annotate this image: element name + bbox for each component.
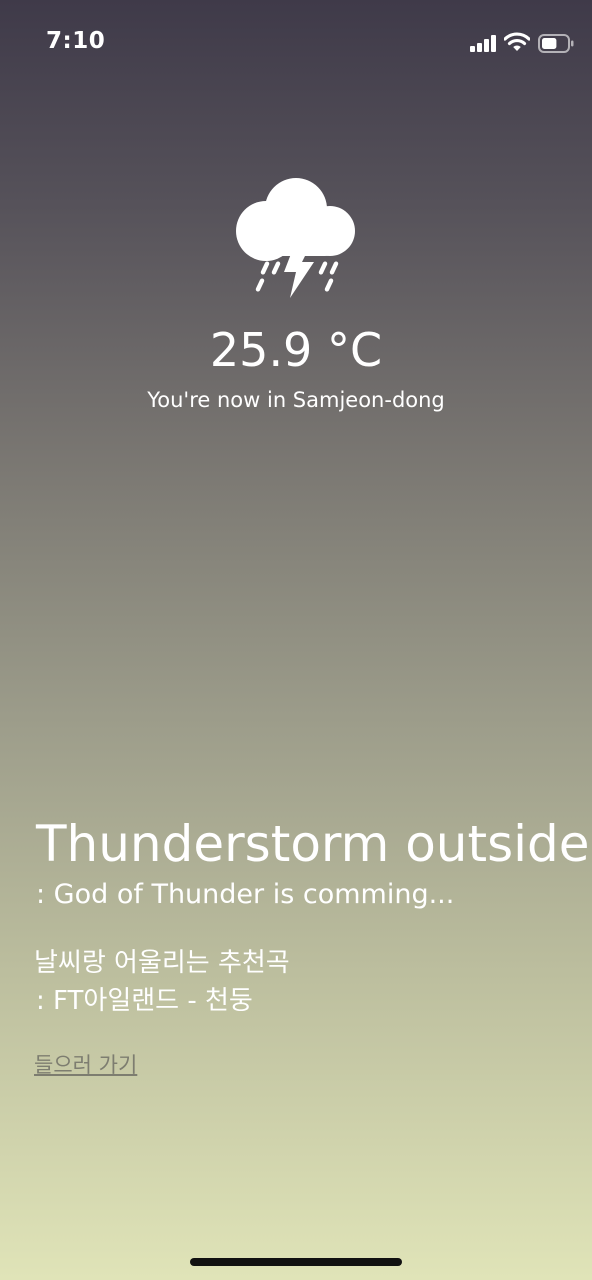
listen-link[interactable]: 들으러 가기	[34, 1050, 137, 1080]
location-text: You're now in Samjeon-dong	[147, 388, 445, 412]
home-indicator[interactable]	[190, 1258, 402, 1266]
thunderstorm-cloud-icon	[236, 178, 355, 298]
battery-icon	[538, 34, 574, 53]
temperature-readout: 25.9 °C	[209, 323, 383, 377]
status-time: 7:10	[46, 28, 106, 54]
status-bar: 7:10	[0, 0, 592, 88]
wifi-icon	[504, 32, 530, 51]
song-recommendation-heading: 날씨랑 어울리는 추천곡	[34, 948, 290, 978]
cellular-signal-icon	[470, 35, 498, 52]
weather-subtitle: : God of Thunder is comming...	[36, 879, 455, 910]
recommended-song: : FT아일랜드 - 천둥	[36, 986, 253, 1016]
weather-title: Thunderstorm outside	[36, 815, 590, 873]
weather-screen: 7:10 25.9 °C You're now in Samjeon-dong …	[0, 0, 592, 1280]
